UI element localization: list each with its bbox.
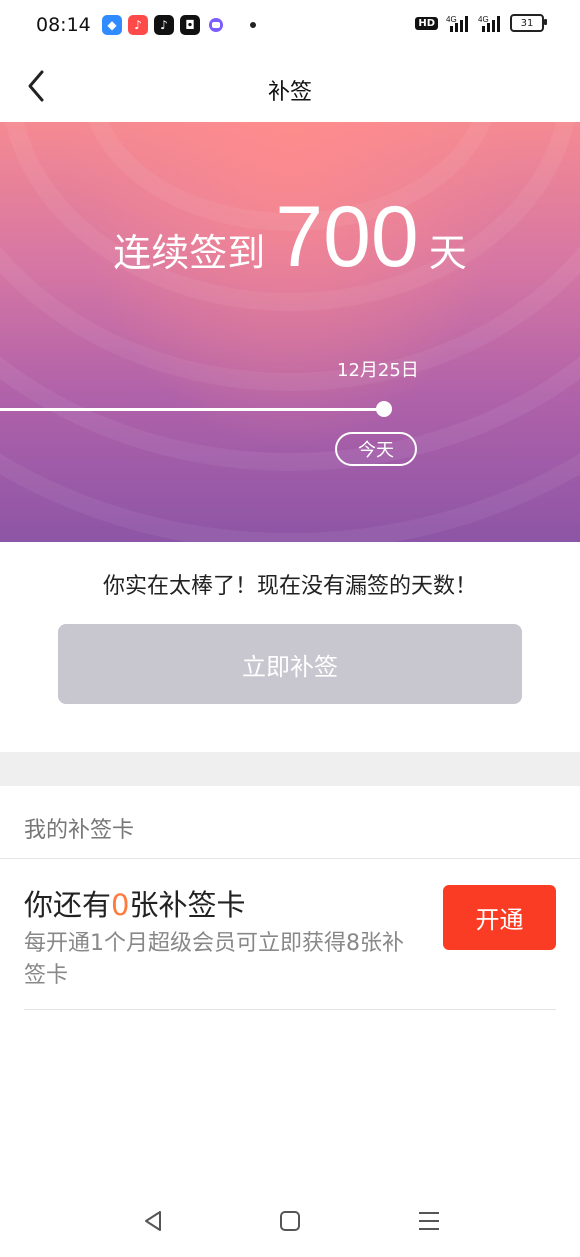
date-label: 12月25日 [337,360,419,381]
tiktok-app-icon: ♪ [154,15,174,35]
streak-days: 700 [275,189,419,285]
more-notifications-icon [250,22,256,28]
no-missed-message: 你实在太棒了！现在没有漏签的天数！ [102,574,477,599]
hd-icon: HD [415,16,438,30]
menu-nav-button[interactable] [412,1204,446,1238]
streak-display: 连续签到 700 天 [0,194,580,280]
makeup-checkin-button[interactable]: 立即补签 [58,624,522,704]
nav-bar: 补签 [0,52,580,122]
back-nav-button[interactable] [136,1204,170,1238]
system-nav-bar [0,1190,580,1250]
cloud-app-icon: ◆ [102,15,122,35]
card-count-text: 你还有0张补签卡 [24,882,245,924]
open-membership-button[interactable]: 开通 [443,885,556,950]
section-line [0,858,580,859]
card-section-title: 我的补签卡 [24,818,135,843]
status-time: 08:14 [36,14,91,36]
count-prefix: 你还有 [24,888,112,922]
streak-label: 连续签到 [113,231,266,275]
signal-icon-2: 4G [478,15,500,32]
status-indicators: HD 4G 4G 31 [415,14,547,32]
bottom-divider [24,1009,556,1010]
timeline-marker [376,401,392,417]
streak-banner: 连续签到 700 天 12月25日 今天 [0,122,580,542]
count-suffix: 张补签卡 [129,888,246,922]
today-badge: 今天 [335,432,417,466]
app-o-icon: ◘ [180,15,200,35]
status-bar: 08:14 ◆ ♪ ♪ ◘ HD 4G 4G 31 [0,0,580,52]
svg-text:4G: 4G [478,15,489,24]
section-divider [0,752,580,786]
menu-icon [419,1212,439,1230]
signal-icon: 4G [446,15,468,32]
home-nav-button[interactable] [273,1204,307,1238]
svg-text:4G: 4G [446,15,457,24]
card-count: 0 [111,888,130,922]
triangle-back-icon [145,1211,161,1231]
notification-icons: ◆ ♪ ♪ ◘ [102,15,256,35]
chat-app-icon [206,15,226,35]
timeline-line [0,408,385,411]
square-home-icon [280,1211,300,1231]
page-title: 补签 [267,80,312,105]
banner-background [0,122,580,542]
battery-icon: 31 [510,14,547,32]
music-app-icon: ♪ [128,15,148,35]
streak-unit: 天 [428,231,467,275]
card-description: 每开通1个月超级会员可立即获得8张补签卡 [24,931,404,988]
